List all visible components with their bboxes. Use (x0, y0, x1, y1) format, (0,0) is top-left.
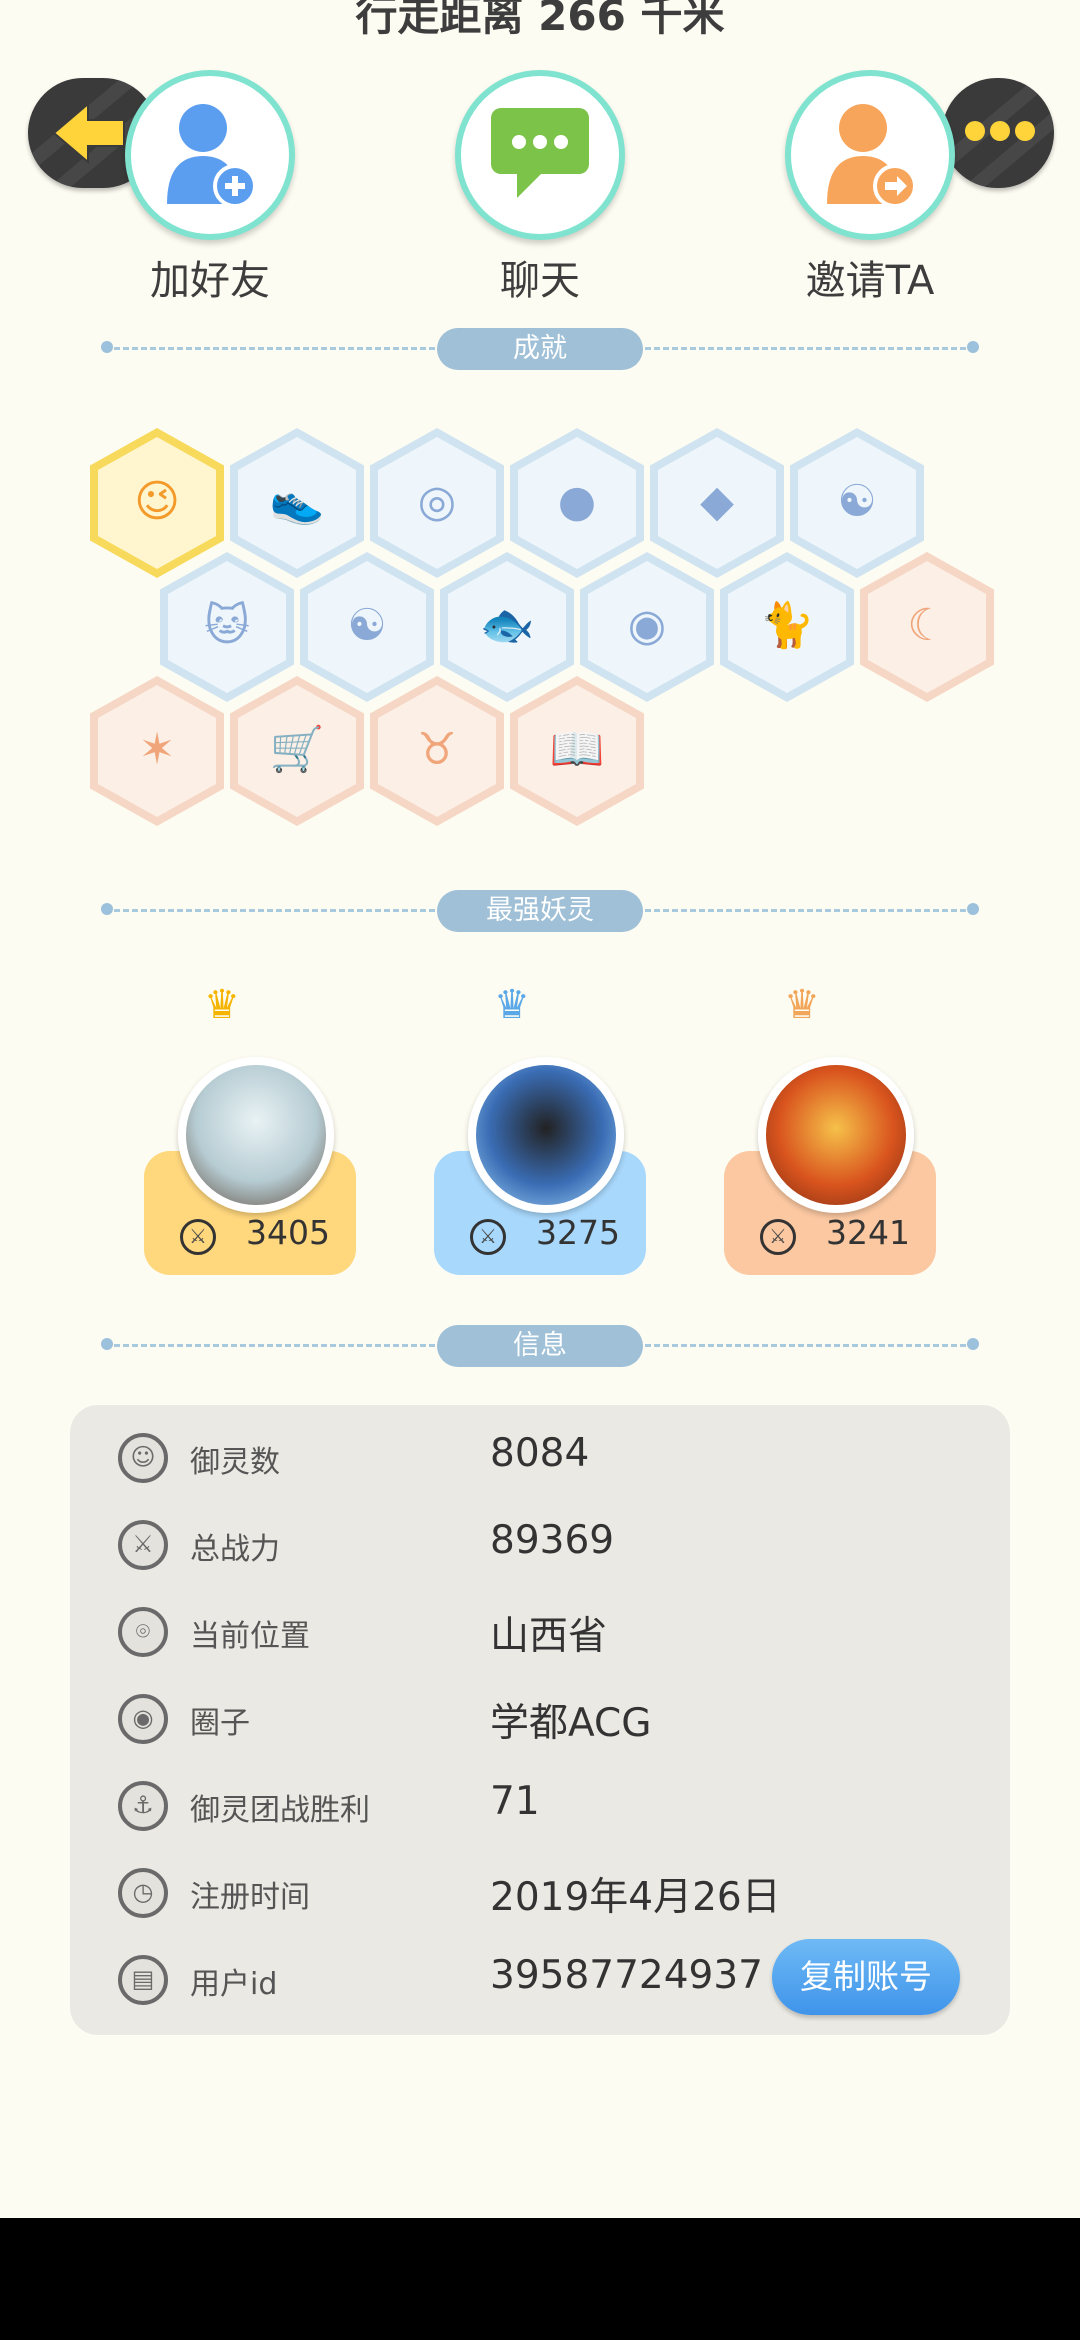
sword-icon: ⚔ (760, 1219, 796, 1255)
info-value: 8084 (490, 1431, 590, 1476)
achievement-badge[interactable]: 😉 (90, 428, 224, 578)
info-label: 用户id (190, 1967, 278, 2002)
document-icon: ▤ (118, 1955, 168, 2005)
info-value: 山西省 (490, 1614, 608, 1659)
info-row-guild-wins: ⚓ 御灵团战胜利 71 (70, 1767, 1010, 1847)
info-row-register-date: ◷ 注册时间 2019年4月26日 (70, 1854, 1010, 1934)
achievement-badge[interactable]: ✶ (90, 676, 224, 826)
distance-title: 行走距离 266 千米 (355, 0, 725, 40)
add-friend-label: 加好友 (150, 258, 270, 304)
fish-icon: 🐟 (479, 600, 535, 651)
info-section-title: 信息 (437, 1325, 643, 1367)
info-label: 圈子 (190, 1706, 250, 1741)
achievement-badge[interactable]: ◉ (580, 552, 714, 702)
achievement-badge[interactable]: ◆ (650, 428, 784, 578)
info-row-location: ⌾ 当前位置 山西省 (70, 1593, 1010, 1673)
strongest-divider: 最强妖灵 (101, 890, 979, 932)
spiky-creature-avatar (468, 1057, 624, 1213)
strongest-section-title: 最强妖灵 (437, 890, 643, 932)
invite-button[interactable]: 邀请TA (770, 70, 970, 306)
info-label: 御灵团战胜利 (190, 1793, 370, 1828)
achievement-badge[interactable]: ☯ (790, 428, 924, 578)
moon-icon: ☾ (907, 600, 947, 651)
chat-icon (491, 108, 589, 198)
clock-icon: ◷ (118, 1868, 168, 1918)
portal-icon: ◎ (417, 476, 457, 527)
achievement-badge[interactable]: ♉ (370, 676, 504, 826)
cat-balloon-icon: 🐱 (204, 600, 250, 651)
spirit-count-icon: ☺ (118, 1433, 168, 1483)
cat-silhouette-icon: 🐈 (759, 600, 815, 651)
copy-account-button[interactable]: 复制账号 (772, 1939, 960, 2015)
info-panel: ☺ 御灵数 8084 ⚔ 总战力 89369 ⌾ 当前位置 山西省 ◉ 圈子 学… (70, 1405, 1010, 2035)
info-label: 总战力 (190, 1532, 280, 1567)
anchor-icon: ⚓ (118, 1781, 168, 1831)
info-row-total-power: ⚔ 总战力 89369 (70, 1506, 1010, 1586)
sword-icon: ⚔ (470, 1219, 506, 1255)
cat-cart-icon: 🛒 (269, 724, 325, 775)
achievement-badge[interactable]: 🐈 (720, 552, 854, 702)
info-row-circle: ◉ 圈子 学都ACG (70, 1680, 1010, 1760)
gingerbread-icon: ✶ (138, 724, 176, 775)
info-row-user-id: ▤ 用户id 39587724937 复制账号 (70, 1939, 1010, 2021)
achievement-badge[interactable]: ◎ (370, 428, 504, 578)
info-row-spirit-count: ☺ 御灵数 8084 (70, 1419, 1010, 1499)
yin-yang-card-icon: ☯ (347, 600, 387, 651)
spirit-power: 3275 (536, 1213, 620, 1252)
ox-icon: ♉ (417, 724, 457, 775)
achievement-badge[interactable]: 📖 (510, 676, 644, 826)
spirit-card[interactable]: ⚔ 3241 ♛ (724, 985, 936, 1275)
fox-face-icon: 😉 (134, 476, 180, 527)
blue-crown-icon: ♛ (494, 982, 530, 1028)
info-value: 89369 (490, 1518, 615, 1563)
info-value: 39587724937 (490, 1953, 763, 1998)
info-label: 注册时间 (190, 1880, 310, 1915)
achievement-badge[interactable]: ☯ (300, 552, 434, 702)
achievements-divider: 成就 (101, 328, 979, 370)
crystal-ball-icon: ● (557, 476, 597, 527)
achievement-badge[interactable]: 👟 (230, 428, 364, 578)
add-friend-icon (167, 104, 257, 208)
achievements-section-title: 成就 (437, 328, 643, 370)
invite-label: 邀请TA (805, 258, 935, 304)
info-value[interactable]: 学都ACG (490, 1692, 651, 1748)
add-friend-button[interactable]: 加好友 (110, 70, 310, 306)
chat-label: 聊天 (500, 258, 580, 304)
achievement-badge[interactable]: 🐟 (440, 552, 574, 702)
sword-icon: ⚔ (180, 1219, 216, 1255)
sneaker-icon: 👟 (269, 476, 325, 527)
info-label: 御灵数 (190, 1445, 280, 1480)
achievement-badge[interactable]: ● (510, 428, 644, 578)
invite-icon (827, 104, 917, 208)
info-value: 71 (490, 1779, 540, 1824)
info-value: 2019年4月26日 (490, 1875, 781, 1920)
crystal-icon: ◆ (700, 476, 734, 527)
info-label: 当前位置 (190, 1619, 310, 1654)
info-divider: 信息 (101, 1325, 979, 1367)
location-pin-icon: ⌾ (118, 1607, 168, 1657)
circle-target-icon: ◉ (118, 1694, 168, 1744)
spirit-card[interactable]: ⚔ 3275 ♛ (434, 985, 646, 1275)
white-hair-girl-avatar (178, 1057, 334, 1213)
achievement-badge[interactable]: 🛒 (230, 676, 364, 826)
more-dots-icon (965, 121, 1035, 141)
fire-warrior-avatar (758, 1057, 914, 1213)
achievement-badge[interactable]: ☾ (860, 552, 994, 702)
achievement-badge[interactable]: 🐱 (160, 552, 294, 702)
chat-button[interactable]: 聊天 (440, 70, 640, 306)
sword-icon: ⚔ (118, 1520, 168, 1570)
bronze-crown-icon: ♛ (784, 982, 820, 1028)
yin-yang-swirl-icon: ☯ (837, 476, 877, 527)
achievement-grid: 😉 👟 ◎ ● ◆ ☯ 🐱 ☯ 🐟 ◉ 🐈 ☾ ✶ 🛒 ♉ 📖 (0, 420, 1080, 840)
navigation-bar (0, 2218, 1080, 2340)
spirit-card[interactable]: ⚔ 3405 ♛ (144, 985, 356, 1275)
gold-crown-icon: ♛ (204, 982, 240, 1028)
shield-icon: ◉ (627, 600, 667, 651)
spirit-power: 3405 (246, 1213, 330, 1252)
spirit-power: 3241 (826, 1213, 910, 1252)
fox-book-icon: 📖 (549, 724, 605, 775)
